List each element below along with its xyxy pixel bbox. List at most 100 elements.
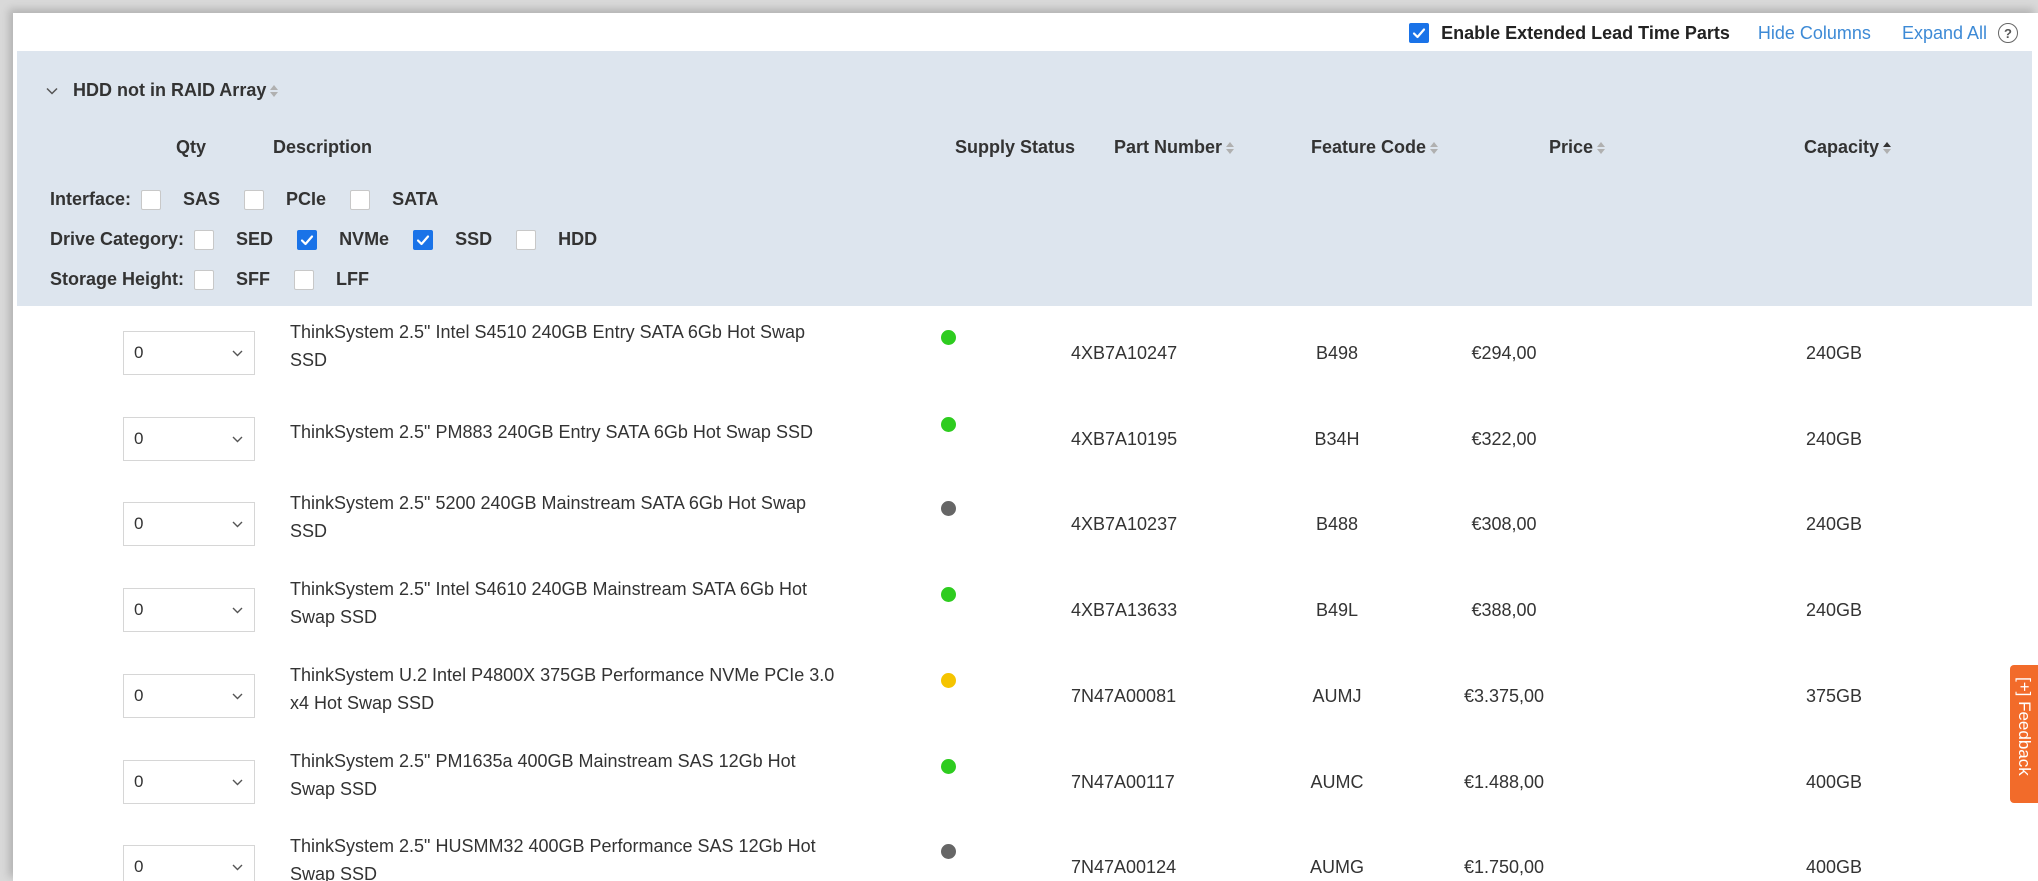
capacity: 240GB xyxy=(1805,514,1863,535)
filter-option-sed[interactable]: SED xyxy=(194,229,273,250)
filter-checkbox[interactable] xyxy=(141,189,162,210)
description: ThinkSystem 2.5" Intel S4610 240GB Mains… xyxy=(290,575,865,631)
supply-status-dot xyxy=(941,416,956,432)
feature-code: B34H xyxy=(1314,428,1360,449)
qty-value: 0 xyxy=(134,685,144,705)
filter-option-label: SATA xyxy=(392,189,439,209)
filter-checkbox[interactable] xyxy=(413,229,434,250)
col-head-part-number-label: Part Number xyxy=(1114,137,1223,157)
col-head-price-label: Price xyxy=(1549,137,1594,157)
filter-option-label: NVMe xyxy=(339,229,390,249)
price: €388,00 xyxy=(1471,600,1537,621)
sort-arrows-icon[interactable] xyxy=(1430,141,1439,154)
description: ThinkSystem 2.5" PM1635a 400GB Mainstrea… xyxy=(290,747,865,803)
filter-checkbox[interactable] xyxy=(244,189,265,210)
filter-checkbox[interactable] xyxy=(297,229,318,250)
price: €1.750,00 xyxy=(1463,857,1545,878)
hide-columns-link[interactable]: Hide Columns xyxy=(1758,23,1871,44)
price: €1.488,00 xyxy=(1463,771,1545,792)
part-number: 4XB7A10237 xyxy=(1071,514,1178,535)
col-head-feature-code[interactable]: Feature Code xyxy=(1311,137,1439,158)
part-number: 7N47A00117 xyxy=(1071,771,1175,792)
filter-option-pcie[interactable]: PCIe xyxy=(244,189,326,210)
filter-drive-category-label: Drive Category: xyxy=(50,229,185,249)
part-number: 4XB7A13633 xyxy=(1071,600,1178,621)
chevron-down-icon xyxy=(232,864,243,871)
description-line: ThinkSystem 2.5" Intel S4510 240GB Entry… xyxy=(290,322,805,342)
price: €3.375,00 xyxy=(1463,685,1545,706)
feature-code: B498 xyxy=(1315,343,1359,363)
expand-all-link[interactable]: Expand All xyxy=(1902,23,1987,44)
part-number: 7N47A00124 xyxy=(1071,857,1177,878)
description: ThinkSystem U.2 Intel P4800X 375GB Perfo… xyxy=(290,661,865,717)
filter-checkbox[interactable] xyxy=(194,229,215,250)
filter-option-sata[interactable]: SATA xyxy=(350,189,438,210)
col-head-description: Description xyxy=(273,137,373,157)
col-head-capacity[interactable]: Capacity xyxy=(1804,137,1892,158)
sort-arrows-icon[interactable] xyxy=(1883,141,1892,154)
qty-value: 0 xyxy=(134,343,144,362)
filter-checkbox[interactable] xyxy=(194,269,215,290)
qty-select[interactable]: 0 xyxy=(123,416,255,461)
qty-select[interactable]: 0 xyxy=(123,588,255,633)
qty-select[interactable]: 0 xyxy=(123,759,255,804)
chevron-down-icon xyxy=(232,350,243,357)
col-head-feature-code-label: Feature Code xyxy=(1311,137,1427,157)
filter-option-label: LFF xyxy=(336,269,370,289)
filter-option-sas[interactable]: SAS xyxy=(141,189,220,210)
feedback-tab[interactable]: [+] Feedback xyxy=(2010,665,2038,803)
supply-status-dot xyxy=(941,501,956,517)
configurator-window: Enable Extended Lead Time Parts Hide Col… xyxy=(13,13,2038,881)
filter-option-label: PCIe xyxy=(286,189,327,209)
table-row: 0 ThinkSystem 2.5" Intel S4610 240GB Main… xyxy=(17,563,2032,649)
question-circle-icon[interactable]: ? xyxy=(1998,23,2018,43)
description-line: ThinkSystem 2.5" 5200 240GB Mainstream S… xyxy=(290,493,806,514)
extended-lead-checkbox[interactable] xyxy=(1409,23,1430,43)
extended-lead-label: Enable Extended Lead Time Parts xyxy=(1441,22,1730,43)
filter-option-label: HDD xyxy=(558,229,598,249)
supply-status-dot xyxy=(941,844,956,860)
filter-option-ssd[interactable]: SSD xyxy=(413,229,492,250)
table-row: 0 ThinkSystem 2.5" Intel S4510 240GB Entr… xyxy=(17,306,2032,392)
description-line: ThinkSystem 2.5" HUSMM32 400GB Performan… xyxy=(290,836,816,857)
col-head-price[interactable]: Price xyxy=(1549,137,1606,158)
sort-arrows-icon[interactable] xyxy=(270,84,279,97)
sort-arrows-icon[interactable] xyxy=(1226,141,1235,154)
qty-value: 0 xyxy=(134,600,144,620)
description-line: SSD xyxy=(290,521,328,542)
filter-option-label: SAS xyxy=(183,189,221,209)
supply-status-dot xyxy=(941,672,956,688)
filter-checkbox[interactable] xyxy=(516,229,537,250)
qty-select[interactable]: 0 xyxy=(123,845,255,881)
group-toggle[interactable]: HDD not in RAID Array xyxy=(45,80,279,101)
top-toolbar: Enable Extended Lead Time Parts Hide Col… xyxy=(13,13,2038,53)
chevron-down-icon xyxy=(232,521,243,528)
col-head-supply-status: Supply Status xyxy=(955,137,1076,157)
qty-value: 0 xyxy=(134,857,144,877)
filter-storage-height-label: Storage Height: xyxy=(50,269,185,289)
extended-lead-toggle[interactable]: Enable Extended Lead Time Parts xyxy=(1409,23,1730,44)
description: ThinkSystem 2.5" 5200 240GB Mainstream S… xyxy=(290,489,865,545)
feature-code: AUMC xyxy=(1310,771,1364,792)
price: €308,00 xyxy=(1471,514,1537,535)
capacity: 375GB xyxy=(1805,685,1863,706)
part-number: 4XB7A10247 xyxy=(1071,343,1178,363)
chevron-down-icon xyxy=(232,693,243,700)
col-head-part-number[interactable]: Part Number xyxy=(1114,137,1235,158)
filter-option-nvme[interactable]: NVMe xyxy=(297,229,389,250)
qty-select[interactable]: 0 xyxy=(123,331,255,375)
feature-code: AUMG xyxy=(1310,857,1364,878)
filter-option-sff[interactable]: SFF xyxy=(194,269,270,290)
sort-arrows-icon[interactable] xyxy=(1597,141,1606,154)
filter-checkbox[interactable] xyxy=(350,189,371,210)
filter-option-lff[interactable]: LFF xyxy=(294,269,369,290)
chevron-down-icon xyxy=(232,436,243,443)
feature-code: B49L xyxy=(1315,600,1359,621)
qty-select[interactable]: 0 xyxy=(123,502,255,547)
filter-checkbox[interactable] xyxy=(294,269,315,290)
supply-status-dot xyxy=(941,330,956,345)
price: €322,00 xyxy=(1471,428,1537,449)
filter-option-hdd[interactable]: HDD xyxy=(516,229,597,250)
qty-select[interactable]: 0 xyxy=(123,673,255,718)
filter-storage-height: Storage Height: SFF LFF xyxy=(50,269,393,290)
